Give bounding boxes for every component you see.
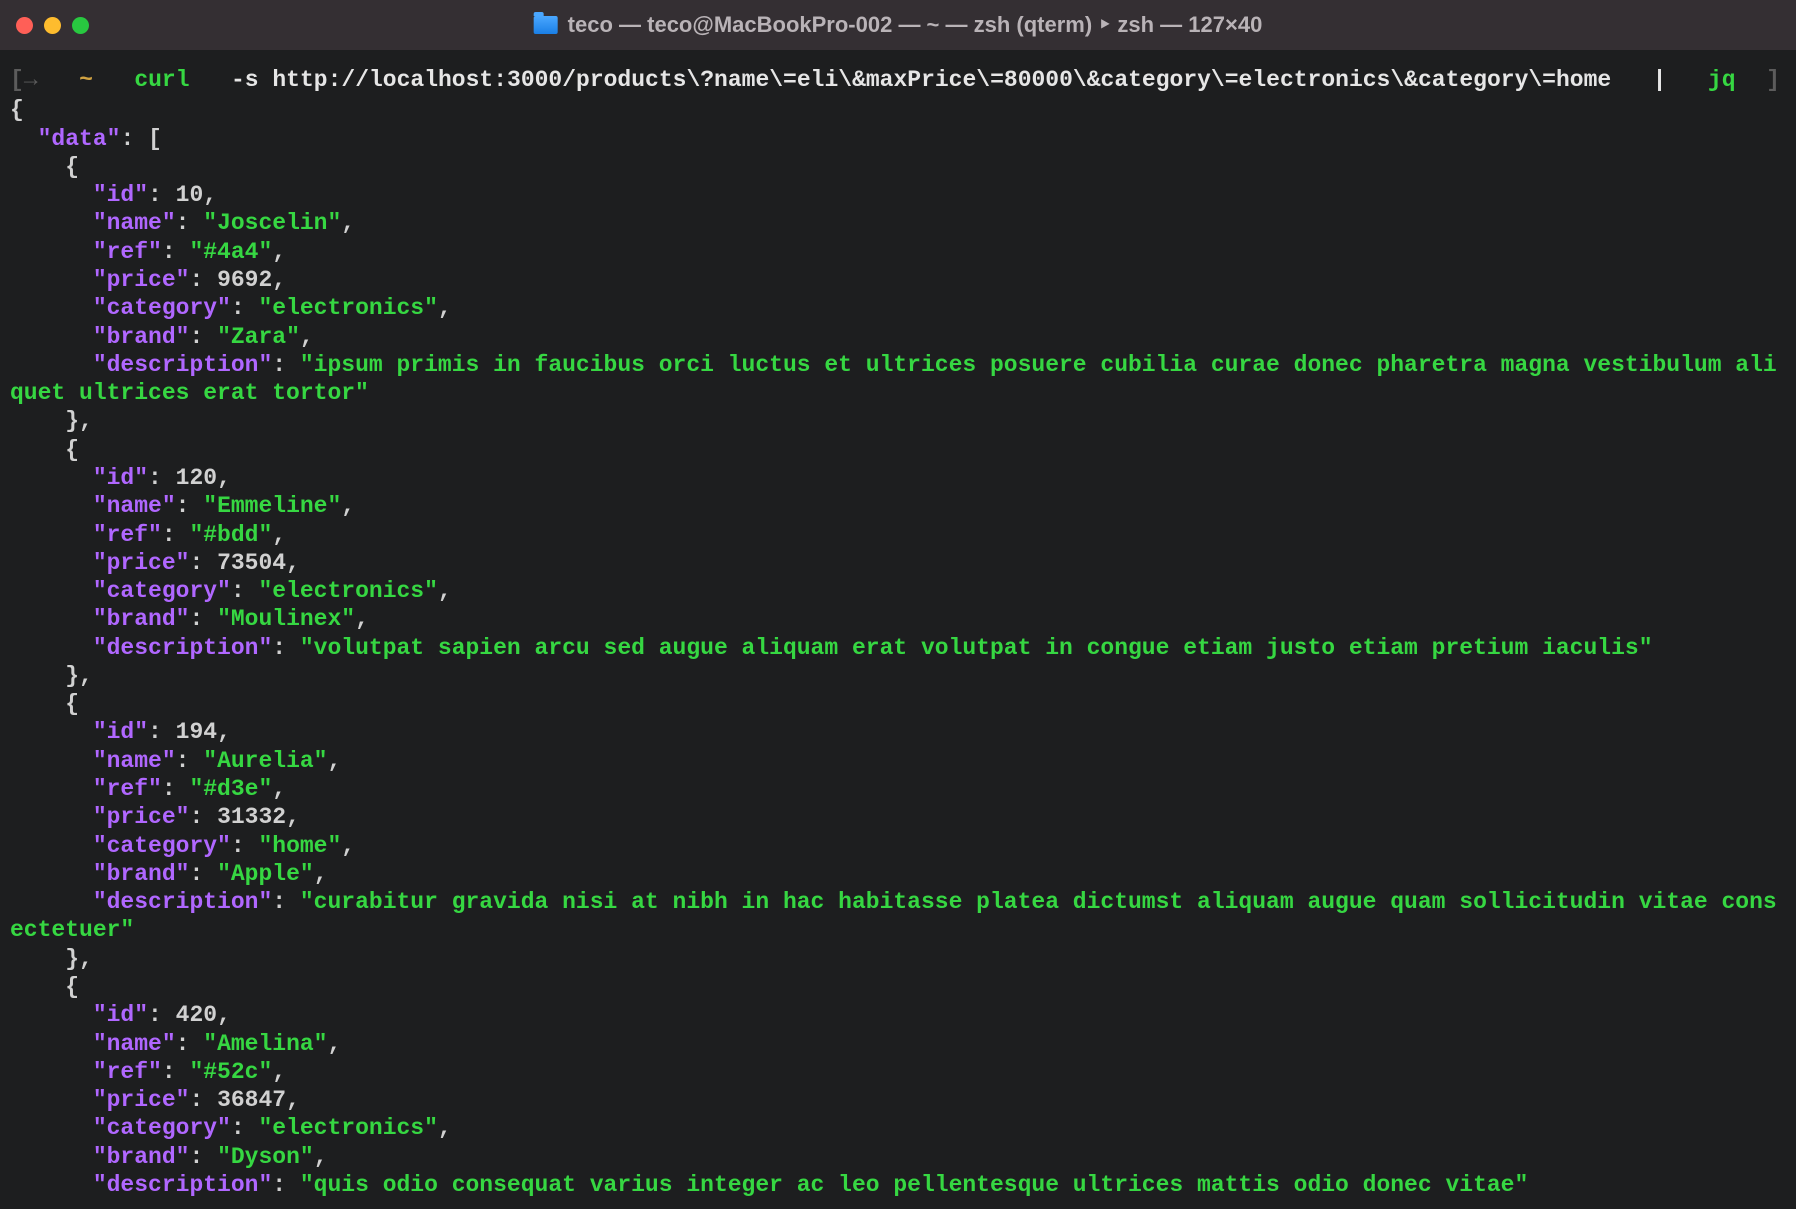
prompt-left-bracket: [ xyxy=(10,67,24,93)
window-titlebar: teco — teco@MacBookPro-002 — ~ — zsh (qt… xyxy=(0,0,1796,50)
pipe-symbol: | xyxy=(1653,67,1667,93)
traffic-lights xyxy=(16,17,89,34)
command-jq: jq xyxy=(1708,67,1736,93)
prompt-right-bracket: ] xyxy=(1766,66,1786,94)
terminal-area[interactable]: [→ ~ curl -s http://localhost:3000/produ… xyxy=(0,50,1796,1209)
prompt-line: [→ ~ curl -s http://localhost:3000/produ… xyxy=(10,66,1786,94)
command-args: -s http://localhost:3000/products\?name\… xyxy=(231,67,1611,93)
window-title: teco — teco@MacBookPro-002 — ~ — zsh (qt… xyxy=(534,11,1263,38)
zoom-icon[interactable] xyxy=(72,17,89,34)
prompt-cwd: ~ xyxy=(79,67,93,93)
prompt-arrow: → xyxy=(24,67,38,93)
close-icon[interactable] xyxy=(16,17,33,34)
command-curl: curl xyxy=(134,67,189,93)
folder-icon xyxy=(534,16,558,34)
minimize-icon[interactable] xyxy=(44,17,61,34)
window-title-text: teco — teco@MacBookPro-002 — ~ — zsh (qt… xyxy=(568,11,1263,38)
json-output: { "data": [ { "id": 10, "name": "Josceli… xyxy=(10,96,1786,1199)
